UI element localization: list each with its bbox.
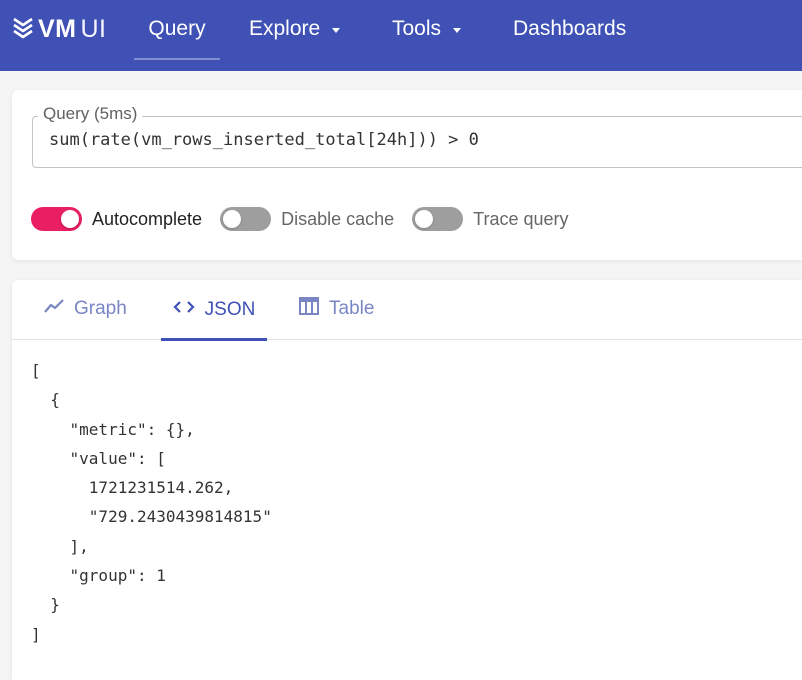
- trace-query-switch[interactable]: [412, 207, 464, 231]
- trace-query-label: Trace query: [473, 208, 569, 229]
- autocomplete-switch[interactable]: [31, 207, 82, 231]
- vm-logo-icon: [12, 16, 34, 42]
- vmui-logo[interactable]: VM UI: [12, 14, 107, 44]
- nav-tools-label: Tools: [392, 17, 442, 40]
- result-tabs: Graph JSON Table: [12, 280, 802, 341]
- disable-cache-switch[interactable]: [220, 207, 272, 231]
- query-legend: Query (5ms): [38, 104, 143, 124]
- nav-dashboards-label: Dashboards: [513, 17, 627, 40]
- autocomplete-toggle[interactable]: Autocomplete: [31, 207, 202, 231]
- nav-query-label: Query: [148, 17, 206, 40]
- tab-graph-label: Graph: [74, 298, 127, 319]
- json-output: [ { "metric": {}, "value": [ 1721231514.…: [31, 361, 272, 644]
- line-chart-icon: [44, 298, 64, 320]
- chevron-down-icon: [453, 27, 462, 33]
- query-options: Autocomplete Disable cache Trace query: [31, 204, 587, 234]
- top-navbar: VM UI Query Explore Tools Dashboards: [0, 0, 802, 71]
- tab-json[interactable]: JSON: [161, 280, 267, 341]
- switch-knob: [223, 210, 242, 228]
- nav-query[interactable]: Query: [134, 0, 220, 60]
- nav-dashboards[interactable]: Dashboards: [513, 0, 626, 58]
- chevron-down-icon: [332, 27, 341, 33]
- nav-explore-label: Explore: [249, 17, 321, 40]
- nav-explore[interactable]: Explore: [249, 0, 341, 58]
- tab-table-label: Table: [329, 298, 375, 319]
- nav-tools[interactable]: Tools: [392, 0, 462, 58]
- table-icon: [299, 297, 319, 321]
- autocomplete-label: Autocomplete: [92, 208, 203, 229]
- query-input-value[interactable]: sum(rate(vm_rows_inserted_total[24h])) >…: [49, 130, 479, 150]
- tab-table[interactable]: Table: [299, 280, 374, 338]
- result-panel: Graph JSON Table [ {"metric": {}, "valu…: [12, 280, 802, 680]
- disable-cache-label: Disable cache: [281, 208, 395, 229]
- tab-json-label: JSON: [204, 299, 256, 320]
- code-icon: [173, 299, 195, 321]
- disable-cache-toggle[interactable]: Disable cache: [220, 207, 394, 231]
- switch-knob: [61, 210, 79, 228]
- switch-knob: [415, 210, 434, 228]
- query-panel: Query (5ms) sum(rate(vm_rows_inserted_to…: [12, 90, 802, 260]
- tab-graph[interactable]: Graph: [44, 280, 127, 338]
- trace-query-toggle[interactable]: Trace query: [412, 207, 569, 231]
- logo-text-vm: VM: [38, 14, 77, 43]
- logo-text-ui: UI: [80, 14, 107, 43]
